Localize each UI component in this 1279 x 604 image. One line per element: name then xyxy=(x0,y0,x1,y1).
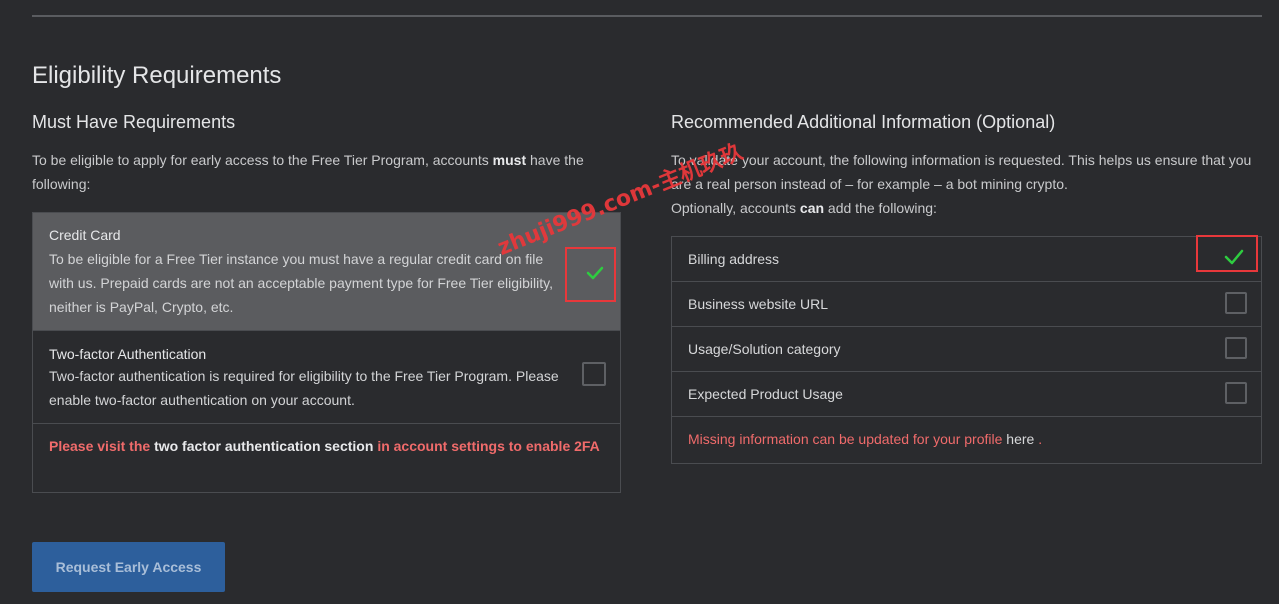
warning-prefix: Please visit the xyxy=(49,438,155,454)
must-have-desc-bold: must xyxy=(492,152,527,168)
check-icon xyxy=(1224,249,1244,265)
optional-info-table: Billing address Business website URL Usa… xyxy=(671,235,1262,464)
divider xyxy=(672,281,1261,282)
optional-desc-line1: To validate your account, the following … xyxy=(671,152,1252,192)
requirement-2fa: Two-factor Authentication Two-factor aut… xyxy=(33,331,620,423)
2fa-checkbox[interactable] xyxy=(582,362,606,386)
divider xyxy=(672,416,1261,417)
missing-info-text: Missing information can be updated for y… xyxy=(688,431,1007,447)
page: Eligibility Requirements Must Have Requi… xyxy=(0,0,1279,604)
divider xyxy=(672,326,1261,327)
divider xyxy=(33,423,620,424)
credit-card-checkbox[interactable] xyxy=(582,260,604,282)
missing-info-note: Missing information can be updated for y… xyxy=(688,431,1042,447)
usage-category-checkbox[interactable] xyxy=(1225,337,1247,359)
profile-here-link[interactable]: here xyxy=(1006,431,1034,447)
business-website-checkbox[interactable] xyxy=(1225,292,1247,314)
requirements-card: Credit Card To be eligible for a Free Ti… xyxy=(32,212,621,493)
top-divider xyxy=(32,15,1262,17)
request-early-access-button[interactable]: Request Early Access xyxy=(32,542,225,592)
2fa-title: Two-factor Authentication xyxy=(49,346,207,362)
credit-card-text: To be eligible for a Free Tier instance … xyxy=(49,251,553,315)
optional-desc-suffix: add the following: xyxy=(824,200,937,216)
missing-info-end: . xyxy=(1034,431,1043,447)
warning-suffix: in account settings to enable 2FA xyxy=(377,438,600,454)
page-title: Eligibility Requirements xyxy=(32,62,282,89)
business-website-label: Business website URL xyxy=(688,296,829,312)
divider xyxy=(672,371,1261,372)
credit-card-title: Credit Card xyxy=(49,227,121,243)
must-have-description: To be eligible to apply for early access… xyxy=(32,148,622,196)
billing-address-label: Billing address xyxy=(688,251,780,267)
check-icon xyxy=(586,266,604,280)
2fa-settings-link[interactable]: two factor authentication section xyxy=(154,438,377,454)
must-have-desc-prefix: To be eligible to apply for early access… xyxy=(32,152,493,168)
billing-address-checkbox[interactable] xyxy=(1221,244,1244,266)
optional-desc-prefix: Optionally, accounts xyxy=(671,200,800,216)
optional-heading: Recommended Additional Information (Opti… xyxy=(671,112,1056,132)
expected-usage-label: Expected Product Usage xyxy=(688,386,843,402)
must-have-heading: Must Have Requirements xyxy=(32,112,236,132)
expected-usage-checkbox[interactable] xyxy=(1225,382,1247,404)
2fa-warning: Please visit the two factor authenticati… xyxy=(49,434,609,458)
usage-category-label: Usage/Solution category xyxy=(688,341,841,357)
2fa-text: Two-factor authentication is required fo… xyxy=(49,368,559,408)
optional-desc-bold: can xyxy=(799,200,825,216)
optional-description: To validate your account, the following … xyxy=(671,148,1266,220)
